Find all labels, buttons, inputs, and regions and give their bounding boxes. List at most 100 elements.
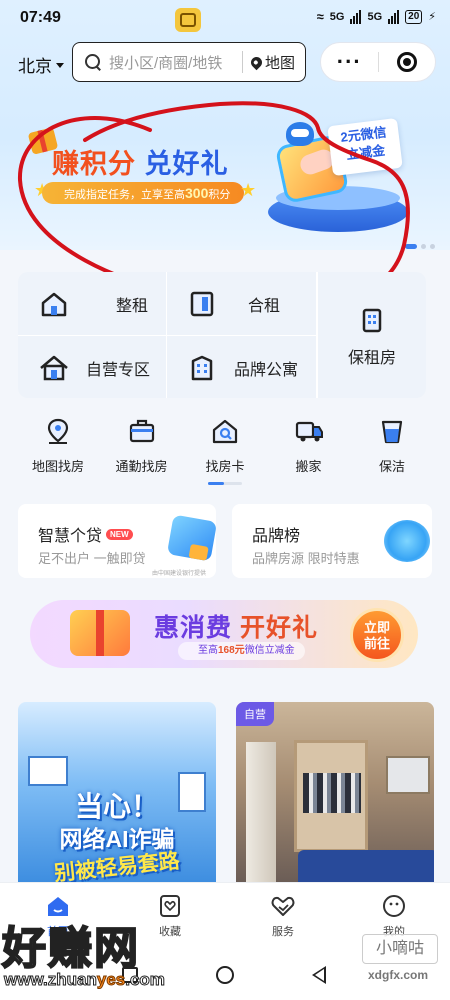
category-shared-rent[interactable]: 合租 (186, 288, 280, 320)
status-time: 07:49 (20, 9, 61, 26)
quick-action-cleaning[interactable]: 保洁 (352, 416, 432, 475)
map-pin-icon (43, 416, 73, 446)
search-bar[interactable]: 搜小区/商圈/地铁 地图 (72, 42, 306, 82)
category-self-operated[interactable]: 自营专区 (38, 352, 150, 384)
caret-down-icon (56, 63, 64, 68)
quick-action-label: 地图找房 (31, 459, 84, 474)
battery-icon: 20 (405, 9, 423, 24)
tab-profile[interactable]: 我的 (354, 893, 434, 939)
consumption-banner[interactable]: 惠消费 开好礼 至高168元微信立减金 立即 前往 (30, 600, 418, 668)
poster-decoration (28, 756, 68, 786)
grid-divider (166, 272, 167, 398)
system-nav-bar (0, 952, 450, 1000)
category-label: 合租 (248, 298, 281, 315)
new-badge: NEW (106, 529, 133, 540)
banner-points: 300 (185, 185, 209, 201)
tab-label: 首页 (47, 926, 69, 938)
quick-action-label: 搬家 (295, 459, 322, 474)
category-label: 自营专区 (86, 362, 151, 379)
target-icon (396, 52, 417, 72)
location-pin-icon (248, 54, 265, 70)
quick-action-label: 保洁 (378, 459, 405, 474)
banner-title-part1: 赚积分 (52, 149, 136, 179)
banner-subtitle-prefix: 完成指定任务，立享至高 (64, 189, 185, 201)
self-operated-tag: 自营 (236, 702, 274, 726)
tab-label: 我的 (383, 926, 405, 938)
gift-box-icon (70, 610, 130, 656)
charging-icon: ⚡ (428, 11, 436, 23)
home-tab-icon (45, 893, 71, 919)
coupon-card: 2元微信 立减金 (327, 117, 403, 177)
quick-action-label: 找房卡 (205, 459, 245, 474)
status-bar: 07:49 ≈ 5G 5G 20 ⚡ (0, 0, 450, 36)
more-button[interactable]: ··· (321, 51, 378, 73)
cta-line2: 前往 (363, 636, 390, 651)
heart-hand-icon (270, 893, 296, 919)
cta-line1: 立即 (363, 620, 390, 635)
city-selector[interactable]: 北京 (18, 52, 64, 77)
category-brand-apartment[interactable]: 品牌公寓 (186, 352, 298, 384)
home-button[interactable] (216, 966, 234, 984)
tab-home[interactable]: 首页 (18, 893, 98, 939)
wifi-icon: ≈ (316, 9, 324, 24)
promo-card-loan[interactable]: 智慧个贷 NEW 足不出户 一触即贷 由中国建设银行提供 (18, 504, 218, 578)
promo-note: 由中国建设银行提供 (152, 571, 207, 577)
feed-card-listing[interactable]: 自营 (236, 702, 434, 882)
fraud-warning-text: 当心！ 网络AI诈骗 别被轻易套路 (34, 790, 200, 882)
category-label: 保租房 (348, 350, 397, 367)
category-affordable-rent[interactable]: 保租房 (348, 304, 396, 368)
home-icon (38, 352, 70, 384)
status-indicators: ≈ 5G 5G 20 ⚡ (317, 9, 436, 24)
close-miniprogram-button[interactable] (379, 52, 436, 72)
tab-services[interactable]: 服务 (243, 893, 323, 939)
quick-action-house-card[interactable]: 找房卡 (185, 416, 265, 475)
quick-action-moving[interactable]: 搬家 (269, 416, 349, 475)
promo-card-brand-ranking[interactable]: 品牌榜 品牌房源 限时特惠 (232, 504, 432, 578)
favorite-icon (157, 893, 183, 919)
banner-pagination (405, 244, 435, 249)
quick-action-map-search[interactable]: 地图找房 (18, 416, 98, 475)
bucket-icon (377, 416, 407, 446)
quick-action-label: 通勤找房 (115, 459, 168, 474)
sale-title-part2: 开好礼 (239, 614, 318, 642)
category-label: 品牌公寓 (234, 362, 299, 379)
tab-favorites[interactable]: 收藏 (130, 893, 210, 939)
promo-title: 品牌榜 (252, 528, 301, 545)
signal-icon-2 (388, 9, 400, 24)
bottom-tab-bar: 首页 收藏 服务 我的 (0, 882, 450, 952)
notification-app-icon (175, 8, 201, 32)
room-photo-wardrobe (294, 740, 368, 852)
banner-title-part2: 兑好礼 (144, 149, 229, 179)
banner-title: 赚积分 兑好礼 (52, 142, 229, 181)
category-whole-rent[interactable]: 整租 (38, 288, 148, 320)
back-button[interactable] (312, 966, 326, 984)
banner-subtitle-suffix: 积分 (208, 189, 231, 201)
room-photo-bed (298, 850, 434, 882)
top-header: 北京 搜小区/商圈/地铁 地图 ··· (0, 38, 450, 86)
map-button[interactable]: 地图 (243, 52, 305, 73)
grid-divider (316, 272, 318, 398)
truck-icon (294, 416, 324, 446)
quick-actions: 地图找房 通勤找房 找房卡 搬家 保洁 (18, 416, 432, 475)
briefcase-icon (127, 416, 157, 446)
tab-label: 收藏 (159, 926, 181, 938)
tab-label: 服务 (272, 926, 294, 938)
building-icon (356, 304, 388, 336)
category-label: 整租 (116, 298, 149, 315)
map-button-label: 地图 (264, 54, 295, 72)
promo-subtitle: 品牌房源 限时特惠 (252, 551, 360, 566)
banner-subtitle: 完成指定任务，立享至高300积分 (42, 182, 245, 204)
city-label: 北京 (18, 57, 52, 76)
room-photo (246, 742, 276, 882)
miniprogram-capsule: ··· (320, 42, 436, 82)
recent-apps-button[interactable] (122, 967, 138, 983)
quick-action-commute-search[interactable]: 通勤找房 (102, 416, 182, 475)
promo-subtitle: 足不出户 一触即贷 (38, 551, 146, 566)
house-search-icon (210, 416, 240, 446)
promo-banner[interactable]: 赚积分 兑好礼 ★ 完成指定任务，立享至高300积分 ★ 2元微信 立减金 (0, 100, 450, 240)
signal-label-1: 5G (329, 10, 345, 23)
signal-label-2: 5G (367, 10, 383, 23)
search-input[interactable]: 搜小区/商圈/地铁 (109, 52, 242, 73)
feed-card-fraud-warning[interactable]: 当心！ 网络AI诈骗 别被轻易套路 (18, 702, 216, 882)
go-now-button[interactable]: 立即 前往 (350, 608, 404, 662)
